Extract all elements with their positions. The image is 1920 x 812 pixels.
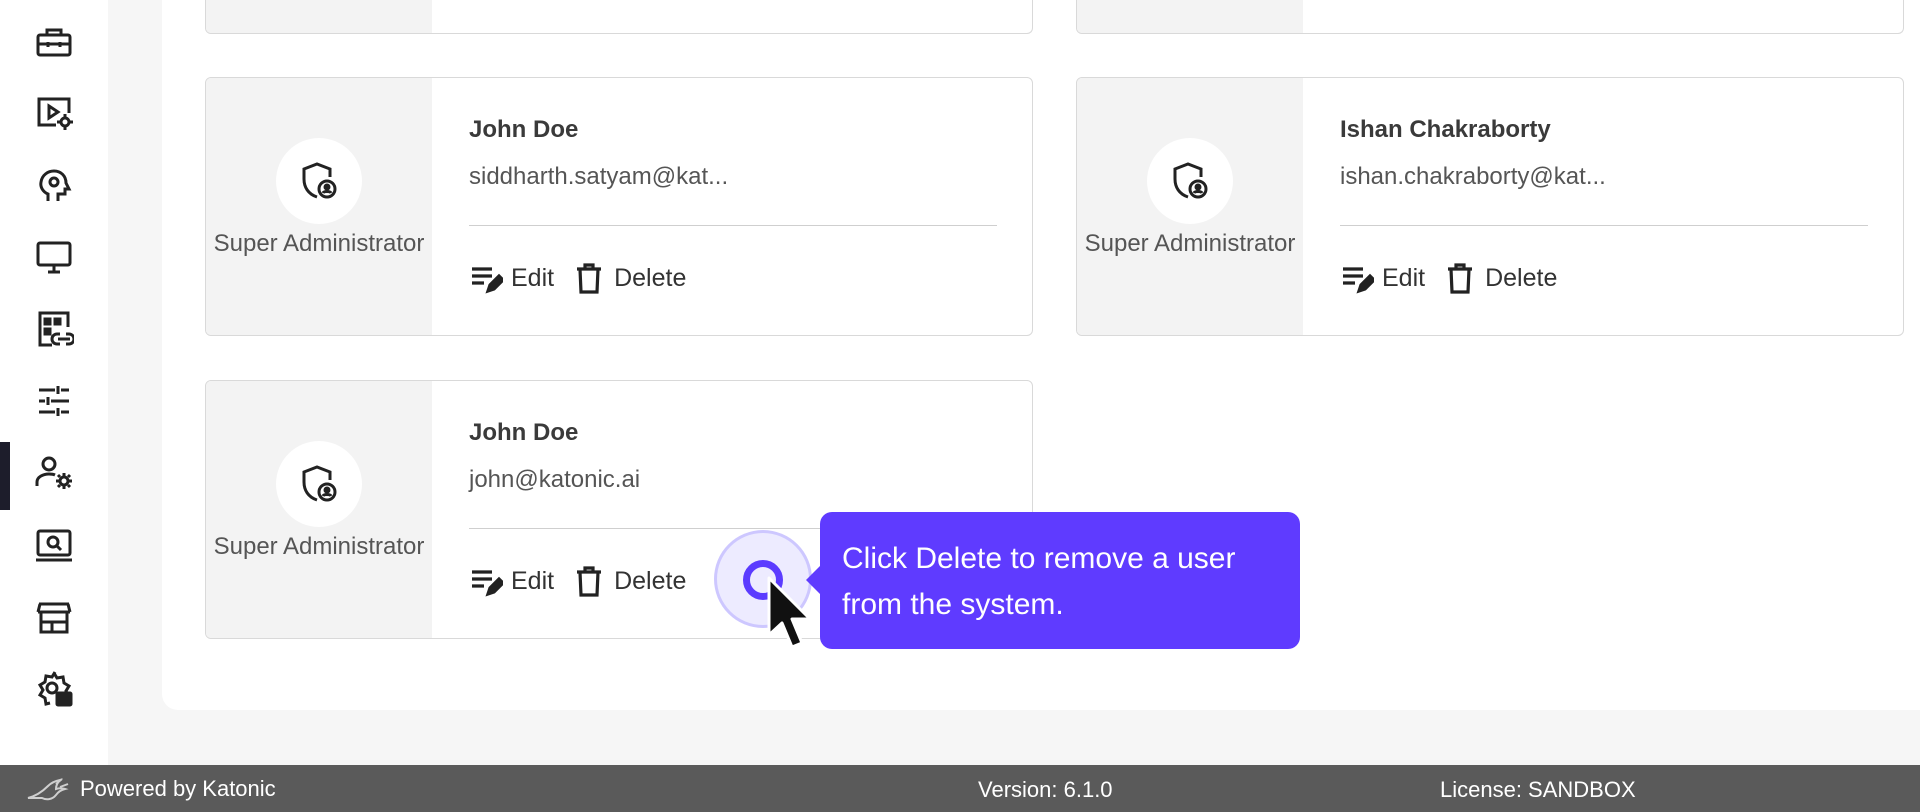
guide-tooltip: Click Delete to remove a user from the s… [806, 512, 1300, 649]
admin-shield-icon [302, 465, 337, 502]
user-role: Super Administrator [213, 533, 425, 560]
tune-icon [39, 386, 69, 416]
sidebar-item-tune[interactable] [0, 366, 108, 436]
edit-note-icon [472, 267, 503, 294]
divider [1340, 225, 1868, 226]
toolbox-icon [36, 28, 72, 57]
admin-shield-icon [302, 162, 337, 199]
sidebar-item-video-settings[interactable] [0, 78, 108, 148]
monitor-icon [36, 241, 72, 274]
sidebar-item-app-link[interactable] [0, 294, 108, 364]
manage-accounts-icon [35, 456, 72, 489]
user-card-partial [205, 0, 1033, 34]
license-text: License: SANDBOX [1440, 777, 1636, 802]
footer: Powered by Katonic Version: 6.1.0 Licens… [0, 765, 1920, 812]
user-card: Super Administrator John Doe siddharth.s… [205, 77, 1033, 336]
user-name: John Doe [469, 419, 579, 446]
edit-note-icon [1343, 267, 1374, 294]
sidebar-item-admin-settings[interactable] [0, 654, 108, 724]
user-card-role-panel: Super Administrator [1077, 78, 1303, 335]
delete-button[interactable]: Delete [1443, 261, 1557, 295]
sidebar [0, 0, 108, 765]
edit-button[interactable]: Edit [1340, 261, 1425, 295]
user-card: Super Administrator Ishan Chakraborty is… [1076, 77, 1904, 336]
edit-note-icon [472, 570, 503, 597]
user-card-role-panel: Super Administrator [206, 78, 432, 335]
powered-by-text: Powered by Katonic [80, 776, 276, 801]
avatar [276, 138, 362, 224]
storefront-icon [36, 602, 72, 634]
user-actions: Edit Delete [469, 561, 704, 601]
delete-button[interactable]: Delete [572, 261, 686, 295]
sidebar-item-toolbox[interactable] [0, 6, 108, 76]
admin-settings-icon [37, 671, 73, 707]
user-card-partial [1076, 0, 1904, 34]
user-role: Super Administrator [1084, 230, 1296, 257]
admin-shield-icon [1173, 162, 1208, 199]
screen-search-icon [36, 529, 72, 562]
edit-button[interactable]: Edit [469, 261, 554, 295]
sidebar-item-psychology[interactable] [0, 150, 108, 220]
user-card-role-panel: Super Administrator [206, 381, 432, 638]
divider [469, 225, 997, 226]
edit-button[interactable]: Edit [469, 564, 554, 598]
user-email: john@katonic.ai [469, 466, 641, 493]
version-text: Version: 6.1.0 [978, 777, 1113, 802]
delete-button[interactable]: Delete [572, 564, 686, 598]
user-role: Super Administrator [213, 230, 425, 257]
user-actions: Edit Delete [1340, 258, 1575, 298]
footer-powered-by: Powered by Katonic [26, 776, 276, 802]
user-email: siddharth.satyam@kat... [469, 163, 729, 190]
app-link-icon [38, 311, 74, 347]
trash-icon [1448, 263, 1473, 294]
psychology-icon [39, 169, 72, 201]
avatar [276, 441, 362, 527]
sidebar-item-storefront[interactable] [0, 582, 108, 652]
katonic-logo-icon [27, 778, 69, 801]
user-actions: Edit Delete [469, 258, 704, 298]
user-name: John Doe [469, 116, 579, 143]
video-settings-icon [37, 97, 73, 130]
sidebar-item-screen-search[interactable] [0, 510, 108, 580]
sidebar-item-monitor[interactable] [0, 222, 108, 292]
user-email: ishan.chakraborty@kat... [1340, 163, 1606, 190]
avatar [1147, 138, 1233, 224]
user-name: Ishan Chakraborty [1340, 116, 1551, 143]
trash-icon [577, 566, 602, 597]
trash-icon [577, 263, 602, 294]
sidebar-item-user-management[interactable] [0, 438, 108, 510]
